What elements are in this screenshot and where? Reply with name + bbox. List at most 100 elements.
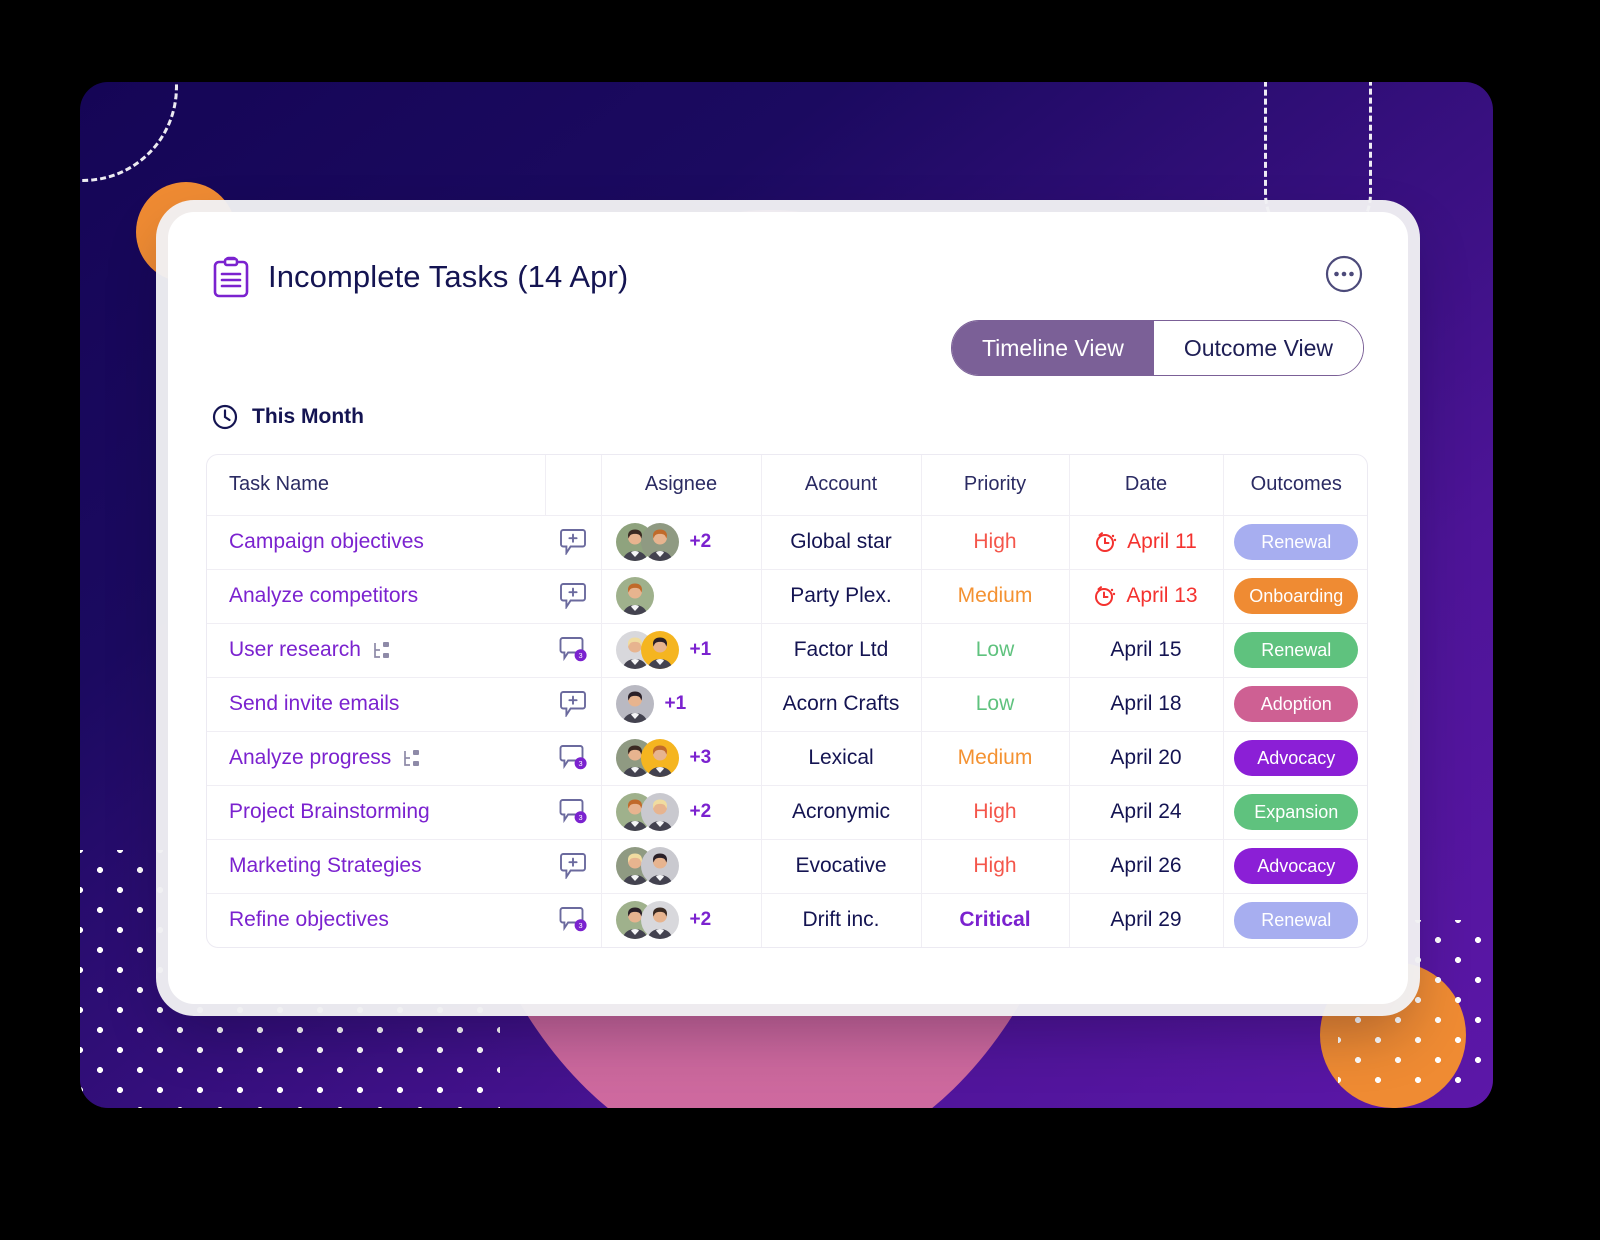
cell-comments[interactable] <box>545 569 602 624</box>
more-options-icon[interactable] <box>1324 254 1364 294</box>
avatar <box>640 523 679 561</box>
cell-task-name[interactable]: Refine objectives <box>207 893 545 947</box>
status-badge[interactable]: Advocacy <box>1234 847 1359 885</box>
avatar-stack <box>615 901 679 940</box>
avatar-stack <box>615 847 679 885</box>
table-row[interactable]: Campaign objectives +2 Global star High Apri… <box>207 515 1367 570</box>
cell-task-name[interactable]: Campaign objectives <box>207 515 545 570</box>
task-name-link[interactable]: Marketing Strategies <box>229 854 422 878</box>
cell-date: April 13 <box>1069 569 1224 624</box>
add-comment-icon[interactable] <box>559 691 587 719</box>
cell-outcome[interactable]: Renewal <box>1223 515 1367 570</box>
cell-task-name[interactable]: Analyze progress <box>207 731 545 786</box>
comment-count-icon[interactable]: 3 <box>559 799 587 825</box>
cell-account: Drift inc. <box>761 893 922 947</box>
add-comment-icon[interactable] <box>559 853 587 881</box>
status-badge[interactable]: Adoption <box>1234 685 1359 723</box>
task-name-link[interactable]: Campaign objectives <box>229 530 424 554</box>
task-name-link[interactable]: Refine objectives <box>229 908 389 932</box>
status-badge[interactable]: Renewal <box>1234 523 1359 561</box>
priority-label: Low <box>975 692 1015 715</box>
table-row[interactable]: Send invite emails +1 Acorn Crafts Low April… <box>207 677 1367 732</box>
avatar <box>615 685 654 723</box>
cell-comments[interactable] <box>545 839 602 894</box>
status-badge[interactable]: Renewal <box>1234 901 1359 939</box>
cell-comments[interactable]: 3 <box>545 731 602 786</box>
table-row[interactable]: Refine objectives 3 +2 Drift inc. Critical Ap… <box>207 893 1367 947</box>
column-header-priority: Priority <box>921 455 1070 516</box>
cell-outcome[interactable]: Renewal <box>1223 623 1367 678</box>
cell-assignee[interactable]: +2 <box>601 785 762 840</box>
assignee-overflow-count: +2 <box>689 801 712 822</box>
cell-outcome[interactable]: Advocacy <box>1223 839 1367 894</box>
status-badge[interactable]: Advocacy <box>1234 739 1359 777</box>
cell-date: April 26 <box>1069 839 1224 894</box>
comment-count-icon[interactable]: 3 <box>559 907 587 933</box>
avatar <box>615 577 654 615</box>
priority-label: Medium <box>957 746 1033 769</box>
cell-assignee[interactable]: +1 <box>601 677 762 732</box>
cell-assignee[interactable]: +1 <box>601 623 762 678</box>
priority-label: High <box>973 530 1017 553</box>
tab-outcome-view[interactable]: Outcome View <box>1153 321 1363 375</box>
avatar-stack <box>615 685 654 723</box>
cell-task-name[interactable]: Send invite emails <box>207 677 545 732</box>
dashed-arc-top-left <box>80 82 178 182</box>
comment-count-icon[interactable]: 3 <box>559 745 587 771</box>
cell-outcome[interactable]: Onboarding <box>1223 569 1367 624</box>
cell-priority: Low <box>921 677 1070 732</box>
task-name-link[interactable]: Project Brainstorming <box>229 800 430 824</box>
task-name-link[interactable]: Send invite emails <box>229 692 399 716</box>
date-label: April 18 <box>1110 692 1182 715</box>
add-comment-icon[interactable] <box>559 529 587 557</box>
cell-task-name[interactable]: User research <box>207 623 545 678</box>
cell-outcome[interactable]: Advocacy <box>1223 731 1367 786</box>
cell-task-name[interactable]: Marketing Strategies <box>207 839 545 894</box>
cell-assignee[interactable] <box>601 569 762 624</box>
cell-assignee[interactable]: +3 <box>601 731 762 786</box>
task-name-link[interactable]: User research <box>229 638 361 662</box>
cell-account: Party Plex. <box>761 569 922 624</box>
card-header: Incomplete Tasks (14 Apr) <box>212 256 1364 298</box>
assignee-overflow-count: +1 <box>689 639 712 660</box>
alarm-clock-icon <box>1095 586 1116 606</box>
status-badge[interactable]: Onboarding <box>1234 577 1359 615</box>
cell-outcome[interactable]: Renewal <box>1223 893 1367 947</box>
column-header-account: Account <box>761 455 922 516</box>
table-row[interactable]: Project Brainstorming 3 +2 Acronymic High Apr… <box>207 785 1367 840</box>
cell-priority: High <box>921 785 1070 840</box>
table-row[interactable]: User research 3 +1 Factor Ltd Low April 15 Ren… <box>207 623 1367 678</box>
tasks-table-container: Task Name Asignee Account Priority Date … <box>206 454 1368 948</box>
status-badge[interactable]: Expansion <box>1234 793 1359 831</box>
task-name-link[interactable]: Analyze progress <box>229 746 391 770</box>
incomplete-tasks-card: Incomplete Tasks (14 Apr) Timeline View … <box>168 212 1408 1004</box>
cell-task-name[interactable]: Analyze competitors <box>207 569 545 624</box>
cell-task-name[interactable]: Project Brainstorming <box>207 785 545 840</box>
add-comment-icon[interactable] <box>559 583 587 611</box>
cell-comments[interactable]: 3 <box>545 785 602 840</box>
cell-comments[interactable] <box>545 515 602 570</box>
table-row[interactable]: Analyze progress 3 +3 Lexical Medium April 20… <box>207 731 1367 786</box>
avatar-stack <box>615 739 679 777</box>
comment-count-icon[interactable]: 3 <box>559 637 587 663</box>
column-header-comments <box>545 455 602 516</box>
avatar-stack <box>615 631 679 669</box>
table-row[interactable]: Marketing Strategies Evocative High April 2… <box>207 839 1367 894</box>
table-row[interactable]: Analyze competitors Party Plex. Medium Apri… <box>207 569 1367 624</box>
cell-assignee[interactable] <box>601 839 762 894</box>
status-badge[interactable]: Renewal <box>1234 631 1359 669</box>
assignee-overflow-count: +2 <box>689 531 712 552</box>
cell-comments[interactable]: 3 <box>545 623 602 678</box>
cell-outcome[interactable]: Expansion <box>1223 785 1367 840</box>
cell-outcome[interactable]: Adoption <box>1223 677 1367 732</box>
cell-assignee[interactable]: +2 <box>601 515 762 570</box>
cell-assignee[interactable]: +2 <box>601 893 762 947</box>
cell-comments[interactable]: 3 <box>545 893 602 947</box>
table-header: Task Name Asignee Account Priority Date … <box>207 455 1367 516</box>
cell-comments[interactable] <box>545 677 602 732</box>
task-name-link[interactable]: Analyze competitors <box>229 584 418 608</box>
tab-timeline-view[interactable]: Timeline View <box>951 321 1154 375</box>
date-label: April 15 <box>1110 638 1182 661</box>
cell-date: April 24 <box>1069 785 1224 840</box>
date-label: April 13 <box>1126 584 1198 607</box>
